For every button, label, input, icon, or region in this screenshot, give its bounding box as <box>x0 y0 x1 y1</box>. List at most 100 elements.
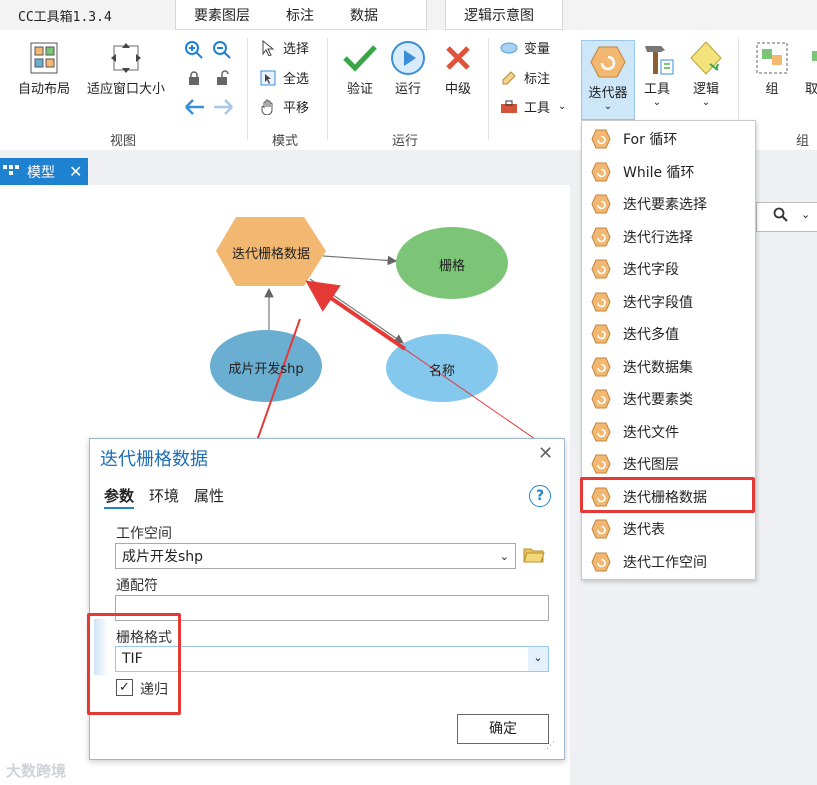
workspace-value: 成片开发shp <box>122 549 204 565</box>
variable-button[interactable]: 变量 <box>500 38 550 57</box>
iterator-menu-item[interactable]: 迭代表 <box>582 513 755 545</box>
group-button[interactable]: 组 <box>752 38 792 97</box>
raster-node-label: 栅格 <box>438 259 465 274</box>
iterator-menu-item[interactable]: 迭代文件 <box>582 416 755 448</box>
stop-label: 中级 <box>444 82 471 97</box>
iterator-menu-item[interactable]: 迭代行选择 <box>582 221 755 253</box>
run-label: 运行 <box>394 82 421 97</box>
label-button[interactable]: 标注 <box>500 68 550 87</box>
logic-label: 逻辑 <box>692 82 719 97</box>
iterator-hexagon-icon <box>591 552 611 572</box>
tab-data[interactable]: 数据 <box>332 5 396 25</box>
fit-window-label: 适应窗口大小 <box>87 82 166 97</box>
iterator-hexagon-icon <box>591 422 611 442</box>
iterator-menu-item[interactable]: 迭代多值 <box>582 318 755 350</box>
checkmark-icon <box>340 38 380 78</box>
pan-button[interactable]: 平移 <box>259 97 309 116</box>
select-button[interactable]: 选择 <box>259 38 309 57</box>
group-label-mode: 模式 <box>272 134 299 149</box>
fit-window-button[interactable]: 适应窗口大小 <box>87 38 165 97</box>
tools-button[interactable]: 工具 ⌄ <box>637 38 677 108</box>
ungroup-button[interactable]: 取消 <box>798 38 817 97</box>
fit-window-icon <box>106 38 146 78</box>
app-title: CC工具箱1.3.4 <box>18 10 112 25</box>
close-x-icon <box>438 38 478 78</box>
iterator-menu-item[interactable]: 迭代要素类 <box>582 383 755 415</box>
iterator-chevron-icon: ⌄ <box>603 101 613 112</box>
iterator-hexagon-icon <box>591 519 611 539</box>
select-label: 选择 <box>283 42 310 57</box>
iterator-menu-item[interactable]: 迭代字段值 <box>582 286 755 318</box>
ungroup-label: 取消 <box>804 82 817 97</box>
tab-feature-layers[interactable]: 要素图层 <box>176 5 268 25</box>
iterator-menu-item[interactable]: While 循环 <box>582 156 755 188</box>
chevron-down-icon: ⌄ <box>558 101 567 112</box>
unlock-icon[interactable] <box>214 70 230 90</box>
search-box[interactable]: ⌄ <box>756 202 817 232</box>
iterator-hexagon-icon <box>591 194 611 214</box>
workspace-label: 工作空间 <box>116 526 172 542</box>
iterator-menu-item-label: 迭代文件 <box>623 424 679 441</box>
ok-button[interactable]: 确定 <box>457 714 549 744</box>
connector-to-raster <box>322 255 398 266</box>
iterator-hexagon-icon <box>591 227 611 247</box>
resize-grip-icon[interactable]: ⋰ <box>546 741 555 751</box>
annotation-arrow-to-node <box>305 280 407 351</box>
iterator-menu-item-label: 迭代表 <box>623 522 665 538</box>
iterator-menu-item[interactable]: 迭代要素选择 <box>582 188 755 220</box>
auto-layout-icon <box>24 38 64 78</box>
watermark: 大数跨境 <box>6 762 67 780</box>
run-button[interactable]: 运行 <box>388 38 428 97</box>
help-icon[interactable]: ? <box>529 485 551 507</box>
iterator-hexagon-icon <box>591 162 611 182</box>
wildcard-label: 通配符 <box>116 578 158 594</box>
hammer-icon <box>637 38 677 78</box>
group-label-group: 组 <box>796 134 810 149</box>
model-grid-icon <box>3 164 19 180</box>
lock-icon[interactable] <box>186 70 202 90</box>
folder-open-icon[interactable] <box>523 545 545 567</box>
variable-label: 变量 <box>524 42 551 57</box>
group-label: 组 <box>765 82 779 97</box>
stop-button[interactable]: 中级 <box>438 38 478 97</box>
iterator-menu-item[interactable]: For 循环 <box>582 123 755 155</box>
hand-icon <box>259 98 277 116</box>
back-arrow-icon[interactable] <box>184 98 206 120</box>
group-icon <box>752 38 792 78</box>
zoom-out-icon[interactable] <box>212 40 232 64</box>
top-tab-group: 要素图层 标注 数据 <box>175 0 427 30</box>
tools-small-button[interactable]: 工具 ⌄ <box>500 97 566 116</box>
iterator-hexagon-icon <box>591 454 611 474</box>
validate-label: 验证 <box>346 82 373 97</box>
raster-format-chevron-icon: ⌄ <box>528 647 548 671</box>
tab-model[interactable]: 模型 ✕ <box>0 158 88 185</box>
iterator-hexagon-icon <box>591 357 611 377</box>
iterator-hexagon-icon <box>591 259 611 279</box>
tab-environment[interactable]: 环境 <box>149 485 179 506</box>
iterator-menu-item[interactable]: 迭代工作空间 <box>582 546 755 578</box>
workspace-select[interactable]: 成片开发shp ⌄ <box>115 543 516 569</box>
logic-button[interactable]: 逻辑 ⌄ <box>686 38 726 108</box>
select-all-button[interactable]: 全选 <box>259 68 309 87</box>
iterator-menu-item[interactable]: 迭代数据集 <box>582 351 755 383</box>
dialog-close-icon[interactable]: ✕ <box>538 443 553 464</box>
tab-parameters[interactable]: 参数 <box>104 485 135 509</box>
forward-arrow-icon[interactable] <box>212 98 234 120</box>
tools-chevron-icon: ⌄ <box>652 97 662 108</box>
iterator-menu-item[interactable]: 迭代图层 <box>582 448 755 480</box>
iterator-menu-item-label: 迭代字段值 <box>623 294 693 311</box>
zoom-in-icon[interactable] <box>184 40 204 64</box>
pan-label: 平移 <box>283 101 310 116</box>
iterator-button[interactable]: 迭代器 ⌄ <box>583 42 633 112</box>
iterator-hexagon-icon <box>591 389 611 409</box>
tab-properties[interactable]: 属性 <box>194 485 224 506</box>
validate-button[interactable]: 验证 <box>340 38 380 97</box>
tab-logic-diagram[interactable]: 逻辑示意图 <box>446 5 552 25</box>
play-icon <box>388 38 428 78</box>
tab-annotation[interactable]: 标注 <box>268 5 332 25</box>
tab-close-icon[interactable]: ✕ <box>69 162 82 181</box>
auto-layout-button[interactable]: 自动布局 <box>18 38 70 97</box>
iterator-menu-item-label: 迭代工作空间 <box>623 554 707 571</box>
iterator-menu-item[interactable]: 迭代字段 <box>582 253 755 285</box>
tab-model-label: 模型 <box>27 164 55 181</box>
